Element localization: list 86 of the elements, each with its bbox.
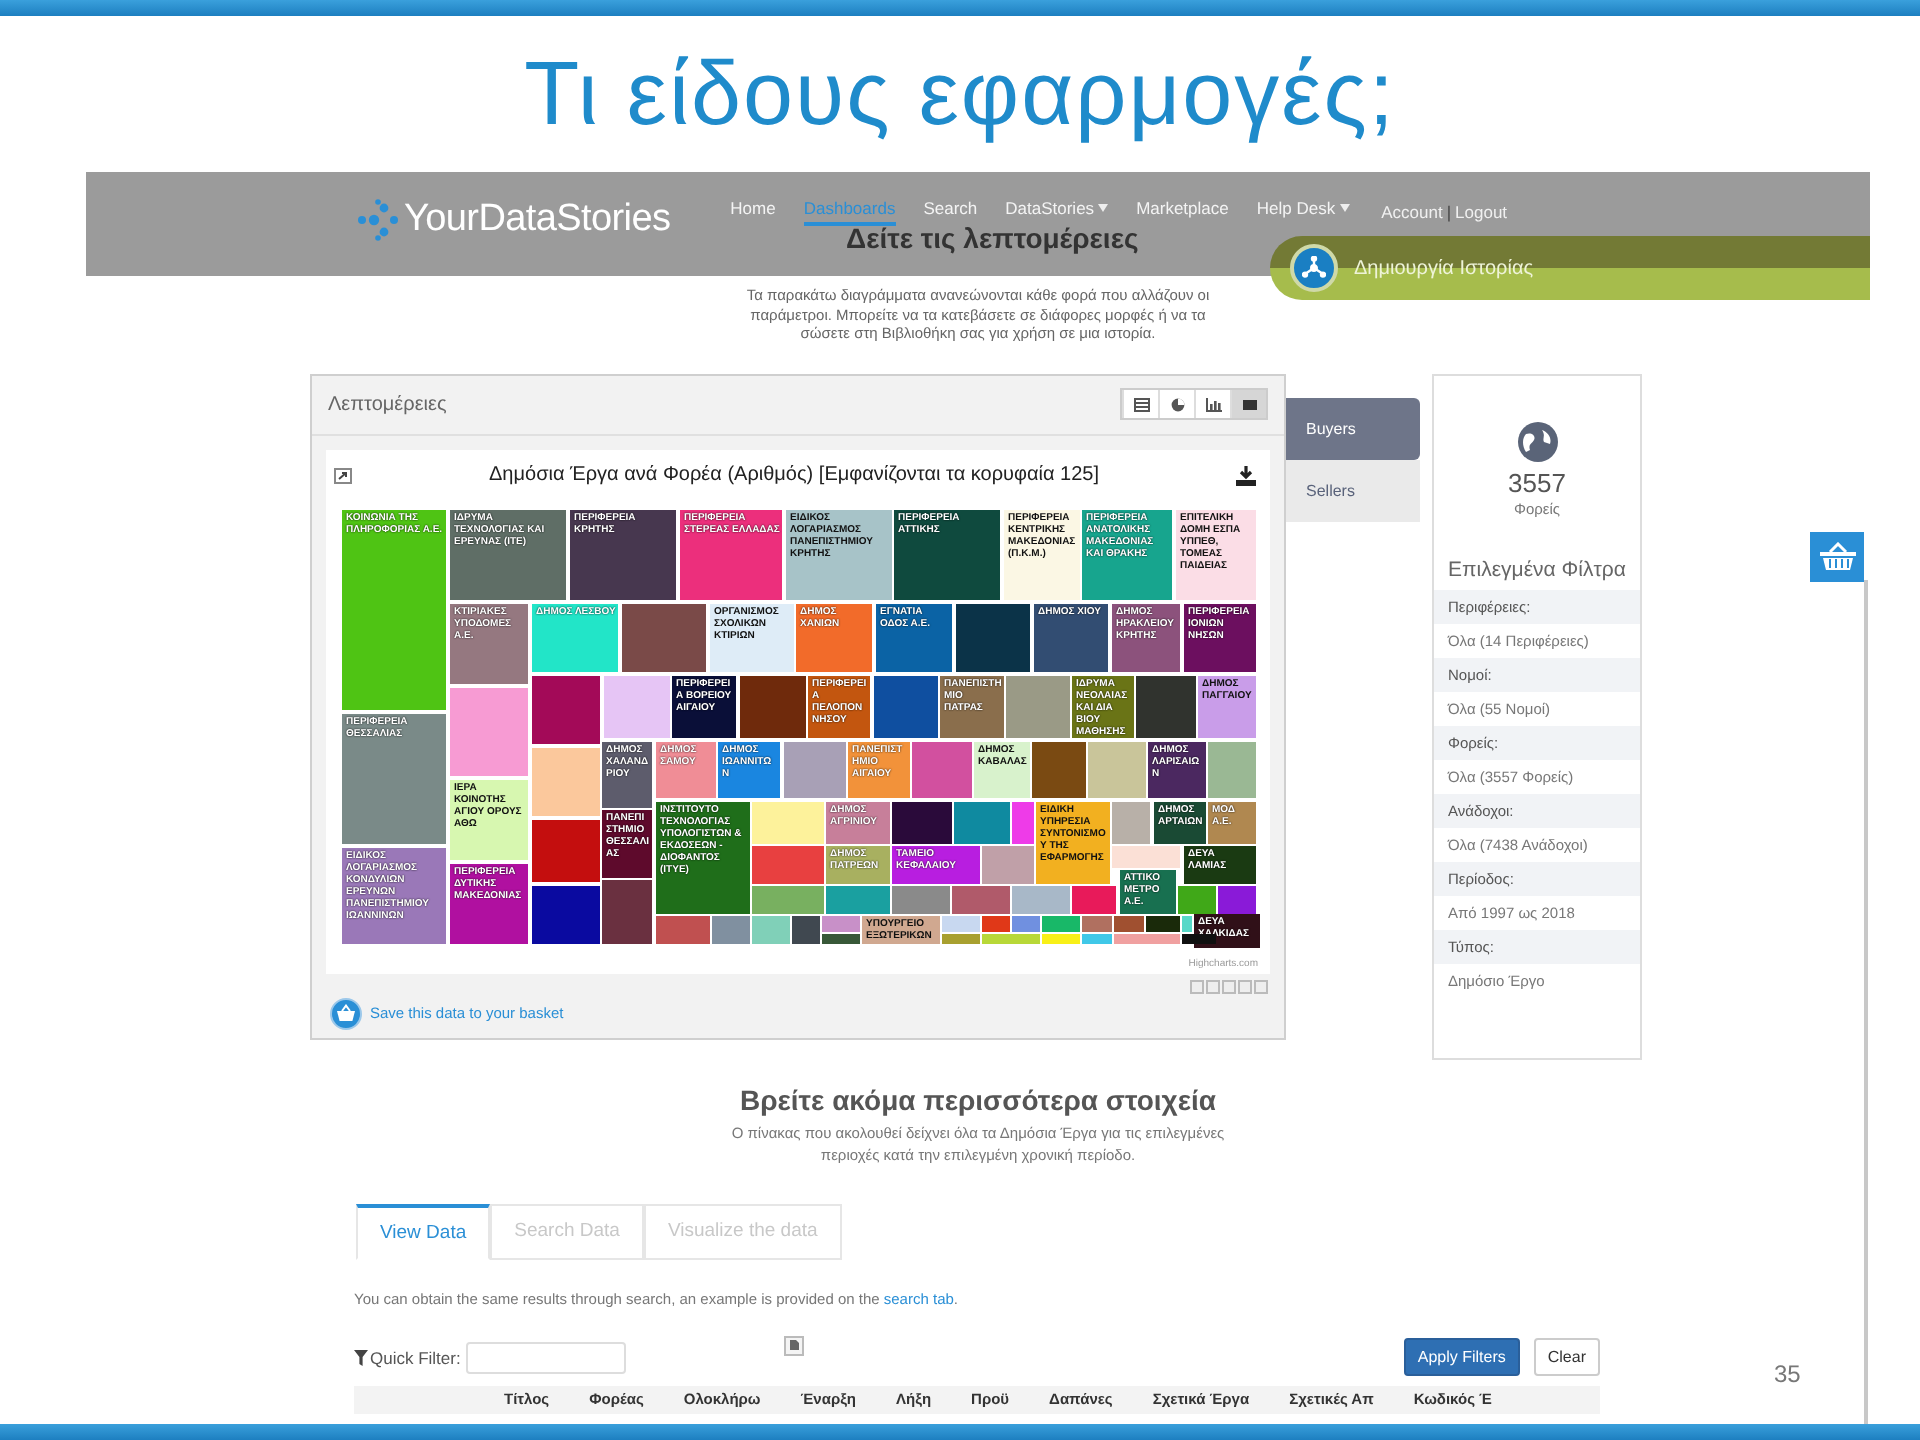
treemap-cell[interactable] [1182,915,1192,931]
logo-dots-icon [356,198,400,242]
page-number: 35 [1774,1360,1801,1388]
globe-icon [1517,421,1557,461]
treemap-cell[interactable] [532,819,600,881]
treemap-cell[interactable] [1146,915,1180,931]
view-button[interactable] [1230,390,1266,418]
treemap-cell[interactable] [982,915,1010,931]
treemap-cell[interactable] [1218,885,1256,913]
quick-filter-field[interactable] [466,1341,627,1373]
network-icon [1302,256,1326,280]
treemap-cell[interactable] [1042,915,1080,931]
treemap-cell[interactable] [1178,885,1216,913]
section-heading: Βρείτε ακόμα περισσότερα στοιχεία [737,1083,1218,1115]
treemap-cell[interactable] [1082,933,1112,943]
side-tab[interactable]: Buyers [1286,397,1420,459]
treemap-cell[interactable] [1012,915,1040,931]
treemap-icon [1241,397,1257,411]
treemap-cell[interactable] [942,933,980,943]
page-heading: Δείτε τις λεπτομέρειες [846,222,1139,254]
treemap-cell[interactable] [752,885,824,913]
treemap-cell[interactable] [952,885,1010,913]
document-icon[interactable] [784,1335,805,1355]
treemap-cell[interactable] [982,845,1034,883]
treemap-cell[interactable] [1112,801,1150,843]
treemap-cell[interactable] [1042,933,1080,943]
separator: | [1446,202,1452,222]
treemap-cell[interactable] [1208,741,1256,797]
side-tab[interactable]: Sellers [1286,459,1420,521]
tab[interactable]: View Data [356,1203,491,1259]
treemap-cell[interactable] [956,603,1030,671]
treemap-cell[interactable] [822,915,860,931]
filters-title: Επιλεγμένα Φίλτρα [1446,557,1628,581]
treemap-cell[interactable] [792,915,820,943]
slide-title: Τι είδους εφαρμογές; [524,42,1396,146]
logo-text[interactable]: YourDataStories [404,198,671,242]
treemap-cell[interactable] [892,885,950,913]
treemap-cell[interactable] [752,915,790,943]
treemap-cell[interactable] [892,801,952,843]
treemap-cell[interactable] [1072,885,1116,913]
treemap-cell[interactable] [450,687,528,775]
treemap-cell[interactable] [532,747,600,815]
download-icon[interactable] [1236,465,1256,485]
panel-title: Λεπτομέρειες [328,393,447,415]
basket-icon [1819,542,1855,570]
treemap-cell[interactable] [1006,675,1070,737]
treemap-cell[interactable] [602,879,652,943]
basket-button[interactable] [1810,531,1864,581]
treemap-cell[interactable] [656,915,710,943]
treemap-cell[interactable] [1032,741,1086,797]
pie-chart-icon [1169,397,1185,411]
treemap-cell[interactable] [942,915,980,931]
filter-button[interactable]: Apply Filters [1403,1338,1520,1376]
treemap-cell[interactable] [622,603,706,671]
treemap-cell[interactable] [1112,845,1180,867]
treemap-cell[interactable] [1114,915,1144,931]
chart-title: Δημόσια Έργα ανά Φορέα (Αριθμός) [Εμφανίζονται τα κορυφαία 125] [487,464,1101,486]
treemap-cell[interactable] [1012,885,1070,913]
treemap-cell[interactable] [874,675,938,737]
quick-filter-label: Quick Filter: [370,1347,461,1367]
export-icon[interactable] [334,467,352,483]
filter-button[interactable]: Clear [1533,1338,1600,1376]
treemap-cell[interactable] [752,845,824,883]
treemap-cell[interactable] [1114,933,1180,943]
treemap-cell[interactable] [1082,915,1112,931]
count-value: 3557 [1506,467,1568,497]
treemap-cell[interactable] [1182,933,1216,943]
filter-icon [354,1349,368,1365]
treemap-cell[interactable] [604,675,670,737]
treemap-cell[interactable] [982,933,1040,943]
treemap-cell[interactable] [752,801,824,843]
treemap-cell[interactable] [826,885,890,913]
basket-icon [336,1004,356,1022]
table-icon [1133,397,1149,411]
treemap-cell[interactable] [532,885,600,943]
treemap-cell[interactable] [954,801,1010,843]
treemap-cell[interactable] [532,675,600,743]
treemap-cell[interactable] [822,933,860,943]
bar-chart-icon [1205,397,1221,411]
treemap-cell[interactable] [912,741,972,797]
treemap-cell[interactable] [1012,801,1034,843]
treemap-cell[interactable] [1136,675,1196,737]
treemap-cell[interactable] [1088,741,1146,797]
treemap-cell[interactable] [740,675,806,737]
treemap-cell[interactable] [784,741,846,797]
treemap-cell[interactable] [712,915,750,943]
